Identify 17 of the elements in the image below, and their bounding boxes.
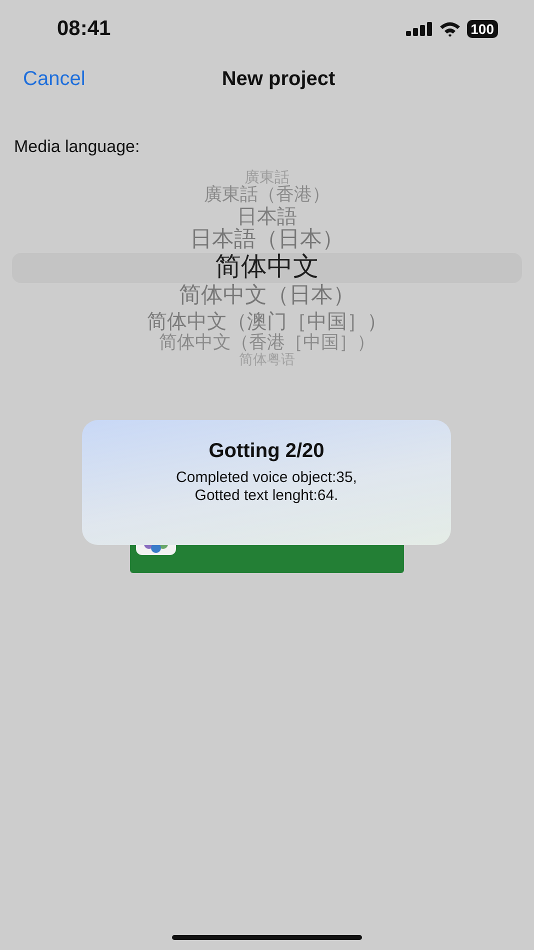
picker-option[interactable]: 日本語	[237, 206, 297, 226]
toast-title: Gotting 2/20	[208, 440, 326, 463]
screen-title: New project	[222, 68, 336, 90]
battery-level: 100	[466, 20, 498, 38]
signal-icon	[406, 22, 433, 36]
picker-option[interactable]: 简体中文（香港［中国］）	[159, 334, 375, 352]
photos-icon	[136, 544, 176, 555]
toast-message: Completed voice object:35, Gotted text lenght:64.	[175, 469, 358, 505]
status-time: 08:41	[57, 17, 111, 41]
picker-option[interactable]: 简体中文（澳门［中国］）	[147, 310, 387, 332]
media-language-label: Media language:	[14, 137, 141, 157]
picker-option[interactable]: 简体中文	[215, 254, 319, 282]
picker-option[interactable]: 日本語（日本）	[190, 228, 344, 252]
picker-option[interactable]: 廣東話（香港）	[204, 186, 330, 204]
cancel-button[interactable]: Cancel	[23, 68, 86, 90]
picker-option[interactable]: 简体中文（日本）	[179, 284, 355, 308]
wifi-icon	[438, 21, 461, 37]
